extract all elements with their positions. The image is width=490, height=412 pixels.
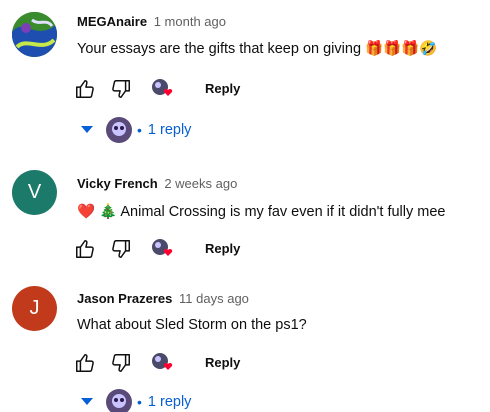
- dislike-button[interactable]: [108, 237, 134, 261]
- thumbs-up-icon: [76, 240, 94, 258]
- abstract-avatar-icon: [12, 12, 57, 57]
- comment-actions: Reply: [72, 77, 272, 101]
- thumbs-down-icon: [112, 354, 130, 372]
- avatar[interactable]: J: [12, 286, 57, 331]
- thumbs-down-icon: [112, 240, 130, 258]
- dislike-button[interactable]: [108, 351, 134, 375]
- like-button[interactable]: [72, 77, 98, 101]
- chevron-down-icon: [80, 123, 94, 137]
- avatar-letter: V: [27, 181, 42, 203]
- creator-heart-badge: [150, 77, 176, 101]
- creator-heart-icon: [152, 79, 173, 96]
- comment-time[interactable]: 1 month ago: [154, 14, 226, 29]
- view-replies-toggle[interactable]: • 1 reply: [80, 116, 191, 144]
- creator-avatar-icon: [106, 389, 132, 412]
- view-replies-toggle[interactable]: • 1 reply: [80, 388, 191, 412]
- comment-time[interactable]: 2 weeks ago: [164, 176, 237, 191]
- chevron-down-icon: [80, 395, 94, 409]
- replies-count[interactable]: 1 reply: [148, 122, 192, 138]
- author-name[interactable]: Jason Prazeres: [77, 291, 172, 306]
- like-button[interactable]: [72, 351, 98, 375]
- comment-actions: Reply: [72, 237, 272, 261]
- like-button[interactable]: [72, 237, 98, 261]
- avatar-letter: J: [29, 297, 40, 319]
- reply-button[interactable]: Reply: [205, 241, 240, 256]
- reply-button[interactable]: Reply: [205, 355, 240, 370]
- creator-avatar-icon: [106, 117, 132, 143]
- separator-dot: •: [137, 122, 142, 138]
- comment-meta: MEGAnaire 1 month ago: [77, 14, 226, 29]
- thumbs-up-icon: [76, 354, 94, 372]
- comment-actions: Reply: [72, 351, 272, 375]
- creator-heart-badge: [150, 237, 176, 261]
- author-name[interactable]: Vicky French: [77, 176, 158, 191]
- separator-dot: •: [137, 394, 142, 410]
- avatar[interactable]: [12, 12, 57, 57]
- reply-button[interactable]: Reply: [205, 81, 240, 96]
- replies-count[interactable]: 1 reply: [148, 394, 192, 410]
- avatar[interactable]: V: [12, 170, 57, 215]
- comment-meta: Vicky French 2 weeks ago: [77, 176, 237, 191]
- thumbs-up-icon: [76, 80, 94, 98]
- creator-heart-icon: [152, 239, 173, 256]
- comment-time[interactable]: 11 days ago: [179, 291, 249, 306]
- comment-text: What about Sled Storm on the ps1?: [77, 317, 307, 333]
- creator-heart-badge: [150, 351, 176, 375]
- comment-text: ❤️ 🎄 Animal Crossing is my fav even if i…: [77, 204, 446, 220]
- comment-text: Your essays are the gifts that keep on g…: [77, 41, 438, 57]
- thumbs-down-icon: [112, 80, 130, 98]
- author-name[interactable]: MEGAnaire: [77, 14, 147, 29]
- creator-heart-icon: [152, 353, 173, 370]
- dislike-button[interactable]: [108, 77, 134, 101]
- comment-meta: Jason Prazeres 11 days ago: [77, 291, 249, 306]
